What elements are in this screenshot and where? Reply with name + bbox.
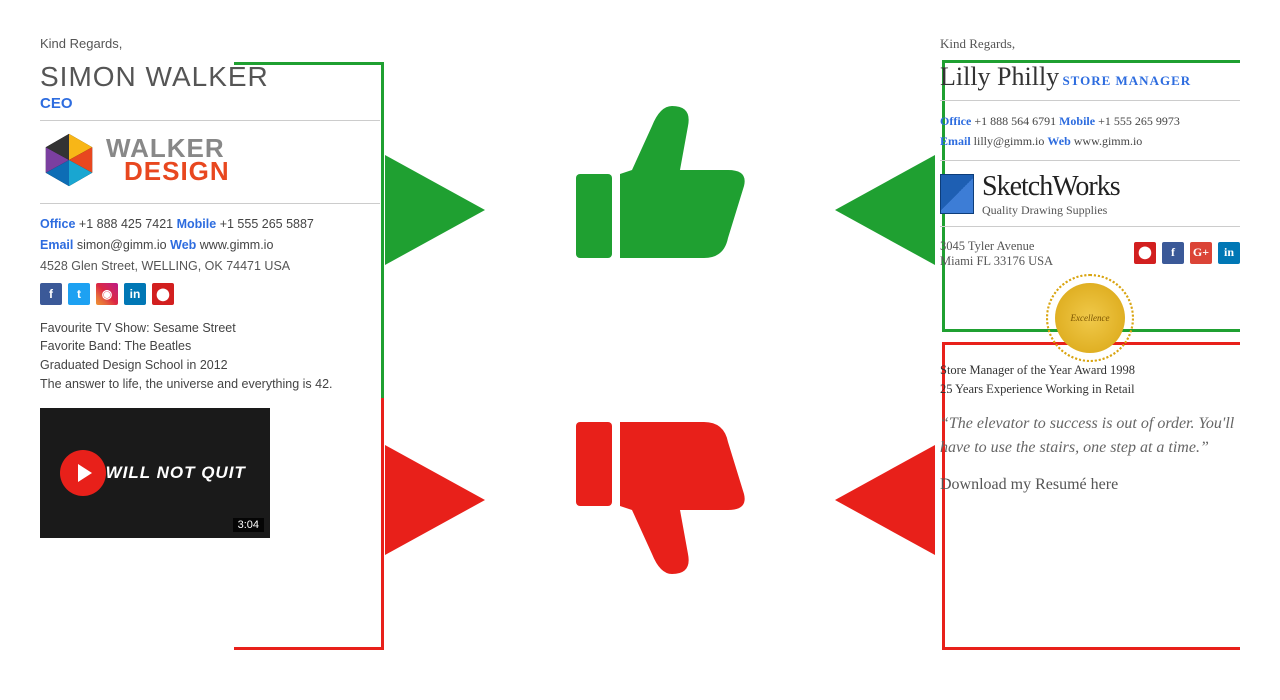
award-line: Store Manager of the Year Award 1998 bbox=[940, 361, 1240, 380]
play-icon[interactable] bbox=[60, 450, 106, 496]
address-line: Miami FL 33176 USA bbox=[940, 254, 1053, 269]
email-label: Email bbox=[40, 238, 73, 252]
company-name: WALKER DESIGN bbox=[106, 137, 230, 184]
seal-text: Excellence bbox=[1071, 313, 1110, 323]
company-name: SketchWorks bbox=[982, 171, 1120, 203]
divider bbox=[940, 100, 1240, 101]
email-value: lilly@gimm.io bbox=[974, 134, 1045, 148]
instagram-icon[interactable]: ◉ bbox=[96, 283, 118, 305]
company-logo: SketchWorks Quality Drawing Supplies bbox=[940, 171, 1240, 218]
location-icon[interactable]: ⬤ bbox=[152, 283, 174, 305]
job-title: STORE MANAGER bbox=[1062, 73, 1191, 88]
quote-text: “The elevator to success is out of order… bbox=[940, 412, 1240, 460]
email-value: simon@gimm.io bbox=[77, 238, 167, 252]
download-resume-link[interactable]: Download my Resumé here bbox=[940, 476, 1240, 494]
googleplus-icon[interactable]: G+ bbox=[1190, 242, 1212, 264]
mobile-label: Mobile bbox=[177, 217, 217, 231]
divider bbox=[940, 160, 1240, 161]
hex-logo-icon bbox=[40, 131, 98, 189]
thumbs-up-icon bbox=[560, 90, 760, 290]
address: 3045 Tyler Avenue Miami FL 33176 USA bbox=[940, 239, 1053, 269]
twitter-icon[interactable]: t bbox=[68, 283, 90, 305]
linkedin-icon[interactable]: in bbox=[124, 283, 146, 305]
signature-right: Kind Regards, Lilly Philly STORE MANAGER… bbox=[940, 36, 1240, 494]
video-title: I WILL NOT QUIT bbox=[94, 463, 246, 483]
company-line2: DESIGN bbox=[124, 156, 230, 186]
facebook-icon[interactable]: f bbox=[1162, 242, 1184, 264]
greeting: Kind Regards, bbox=[40, 36, 380, 51]
office-label: Office bbox=[940, 114, 971, 128]
facebook-icon[interactable]: f bbox=[40, 283, 62, 305]
award-text: Store Manager of the Year Award 1998 25 … bbox=[940, 361, 1240, 399]
social-row: ⬤ f G+ in bbox=[1134, 242, 1240, 264]
cube-icon bbox=[940, 174, 974, 214]
mobile-phone: +1 555 265 9973 bbox=[1098, 114, 1180, 128]
bracket-bad-left bbox=[234, 398, 384, 650]
linkedin-icon[interactable]: in bbox=[1218, 242, 1240, 264]
award-seal-icon: Excellence bbox=[1055, 283, 1125, 353]
web-label: Web bbox=[1047, 134, 1070, 148]
web-value: www.gimm.io bbox=[1074, 134, 1143, 148]
award-line: 25 Years Experience Working in Retail bbox=[940, 380, 1240, 399]
email-label: Email bbox=[940, 134, 971, 148]
center-graphics bbox=[400, 50, 920, 650]
bracket-good-left bbox=[234, 62, 384, 398]
web-label: Web bbox=[170, 238, 196, 252]
office-phone: +1 888 425 7421 bbox=[79, 217, 173, 231]
contact-info: Office +1 888 564 6791 Mobile +1 555 265… bbox=[940, 111, 1240, 152]
thumbs-down-icon bbox=[560, 390, 760, 590]
office-label: Office bbox=[40, 217, 75, 231]
divider bbox=[940, 226, 1240, 227]
mobile-label: Mobile bbox=[1059, 114, 1095, 128]
company-tagline: Quality Drawing Supplies bbox=[982, 203, 1120, 218]
address-line: 3045 Tyler Avenue bbox=[940, 239, 1053, 254]
person-name: Lilly Philly bbox=[940, 62, 1059, 91]
office-phone: +1 888 564 6791 bbox=[974, 114, 1056, 128]
name-row: Lilly Philly STORE MANAGER bbox=[940, 62, 1240, 92]
greeting: Kind Regards, bbox=[940, 36, 1240, 52]
location-icon[interactable]: ⬤ bbox=[1134, 242, 1156, 264]
